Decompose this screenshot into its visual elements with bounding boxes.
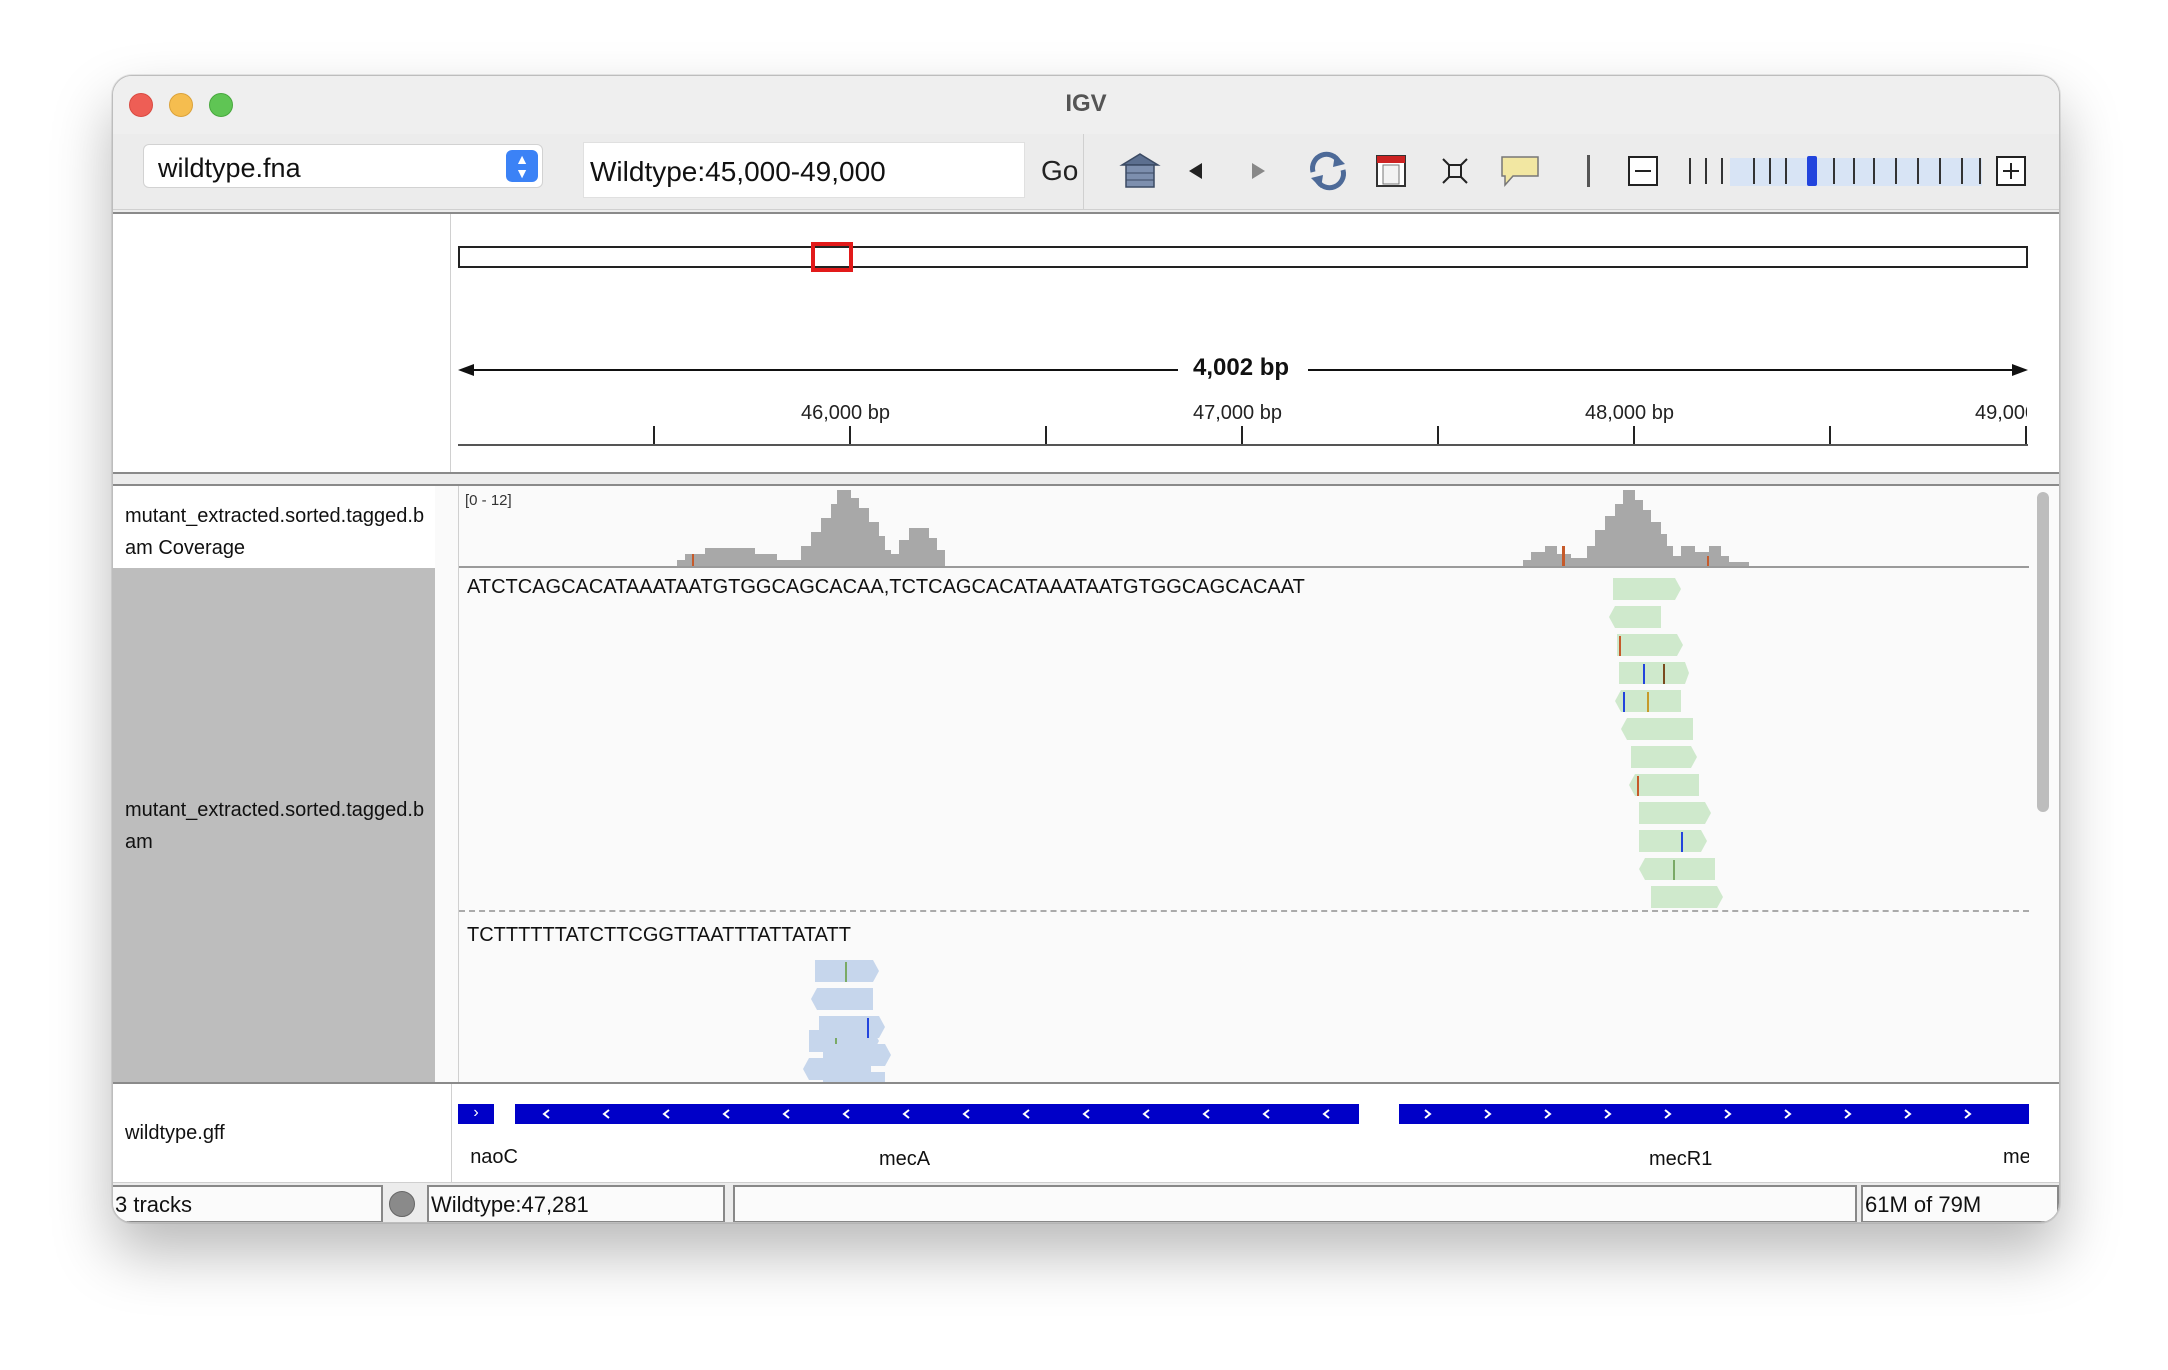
forward-icon[interactable] bbox=[1243, 148, 1273, 194]
status-bar: 3 tracks Wildtype:47,281 61M of 79M bbox=[113, 1182, 2059, 1222]
status-indicator-icon bbox=[389, 1191, 415, 1217]
position-status: Wildtype:47,281 bbox=[427, 1185, 725, 1222]
ruler-tick bbox=[849, 426, 851, 446]
gene-feature-mecR1[interactable] bbox=[1399, 1104, 2029, 1124]
ruler-name-column bbox=[113, 214, 451, 472]
gene-feature-naoC[interactable]: › bbox=[458, 1104, 494, 1124]
annotation-panel: wildtype.gff › naoC mecA mecR1 me bbox=[113, 1082, 2059, 1184]
ruler-tick bbox=[1241, 426, 1243, 446]
title-bar: IGV bbox=[113, 76, 2059, 134]
ruler-position-label: 48,000 bp bbox=[1585, 402, 1674, 424]
roi-icon[interactable] bbox=[1371, 148, 1411, 194]
gene-label: mecR1 bbox=[1649, 1148, 1713, 1170]
memory-status: 61M of 79M bbox=[1861, 1185, 2059, 1222]
igv-window: IGV wildtype.fna ▲ ▼ Wildtype:45,000-49,0… bbox=[112, 75, 2060, 1223]
track-data-area[interactable]: [0 - 12] ATCTCAGCACATAAATAATGTGGCAGCACAA… bbox=[458, 486, 2029, 1082]
zoom-slider-thumb[interactable] bbox=[1807, 156, 1817, 186]
ruler-tick bbox=[2025, 426, 2027, 446]
track-count-status: 3 tracks bbox=[113, 1185, 383, 1222]
panel-divider[interactable] bbox=[113, 472, 2059, 486]
ruler-tick bbox=[1633, 426, 1635, 446]
resize-icon[interactable] bbox=[1437, 148, 1473, 194]
refresh-icon[interactable] bbox=[1303, 148, 1353, 194]
genome-dropdown-value: wildtype.fna bbox=[158, 153, 301, 183]
ruler-position-label: 46,000 bp bbox=[801, 402, 890, 424]
toolbar-separator bbox=[1583, 148, 1593, 194]
chromosome-ideogram[interactable] bbox=[458, 246, 2028, 268]
strand-arrows bbox=[1424, 1109, 1972, 1119]
ruler-tick bbox=[1829, 426, 1831, 446]
zoom-out-icon[interactable] bbox=[1625, 148, 1661, 194]
toolbar-divider bbox=[1083, 134, 1084, 210]
strand-arrows bbox=[542, 1109, 1330, 1119]
span-length-label: 4,002 bp bbox=[1193, 354, 1290, 381]
data-tracks-panel: mutant_extracted.sorted.tagged.bam Cover… bbox=[113, 486, 2059, 1082]
chevron-updown-icon: ▲ ▼ bbox=[506, 150, 538, 182]
gene-label: naoC bbox=[470, 1146, 518, 1168]
zoom-slider-ticks bbox=[1673, 156, 1983, 188]
track-name-column: mutant_extracted.sorted.tagged.bam Cover… bbox=[113, 486, 435, 1082]
ruler-position-label: 47,000 bp bbox=[1193, 402, 1282, 424]
zoom-in-icon[interactable] bbox=[1993, 148, 2029, 194]
ruler-tick bbox=[653, 426, 655, 446]
genome-dropdown[interactable]: wildtype.fna ▲ ▼ bbox=[143, 144, 543, 188]
ruler-position-label: 49,000 bp bbox=[1975, 402, 2027, 424]
ruler-panel: 4,002 bp 46,000 bp 47,000 bp 48,000 bp 4… bbox=[113, 212, 2059, 472]
ruler-baseline bbox=[458, 444, 2028, 446]
gene-label: mecA bbox=[879, 1148, 931, 1170]
message-status bbox=[733, 1185, 1857, 1222]
go-button[interactable]: Go bbox=[1041, 155, 1078, 187]
ruler-tick bbox=[1045, 426, 1047, 446]
gene-label: me bbox=[2003, 1146, 2029, 1168]
popup-icon[interactable] bbox=[1497, 148, 1543, 194]
ruler-tick bbox=[1437, 426, 1439, 446]
alignment-track-name[interactable]: mutant_extracted.sorted.tagged.bam bbox=[113, 568, 435, 1082]
vertical-scrollbar[interactable] bbox=[2037, 492, 2049, 812]
gene-feature-mecA[interactable] bbox=[515, 1104, 1359, 1124]
back-icon[interactable] bbox=[1181, 148, 1211, 194]
home-icon[interactable] bbox=[1117, 148, 1163, 194]
locus-input[interactable]: Wildtype:45,000-49,000 bbox=[583, 142, 1025, 198]
annotation-track-name[interactable]: wildtype.gff bbox=[125, 1122, 225, 1145]
window-title: IGV bbox=[1065, 90, 1107, 117]
alignment-reads-group2[interactable] bbox=[459, 486, 2029, 1082]
ideogram-view-indicator[interactable] bbox=[811, 242, 853, 272]
coverage-track-name[interactable]: mutant_extracted.sorted.tagged.bam Cover… bbox=[113, 486, 435, 568]
